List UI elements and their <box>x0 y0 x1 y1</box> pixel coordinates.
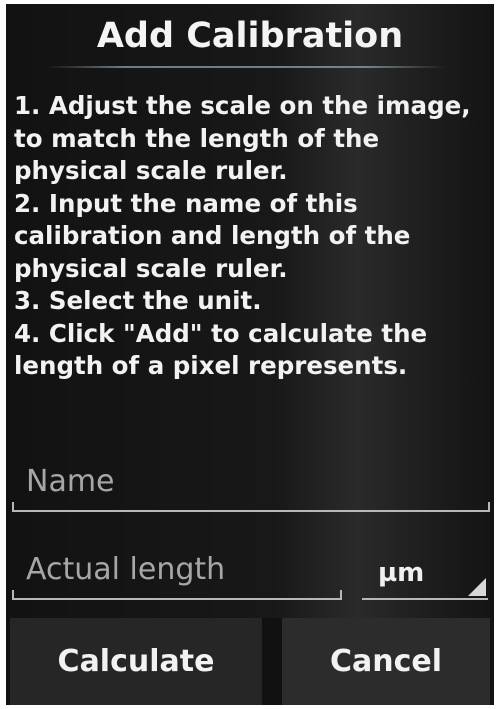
calibration-dialog: Add Calibration 1. Adjust the scale on t… <box>6 4 494 705</box>
unit-dropdown[interactable]: µm <box>362 552 488 602</box>
unit-selected-value: µm <box>378 558 425 588</box>
cancel-button[interactable]: Cancel <box>282 618 490 705</box>
name-input[interactable] <box>26 458 476 504</box>
instructions-text: 1. Adjust the scale on the image, to mat… <box>14 91 471 380</box>
unit-dropdown-underline <box>362 598 488 600</box>
actual-length-input[interactable] <box>26 546 336 592</box>
button-separator <box>262 618 282 705</box>
title-divider <box>46 66 446 68</box>
length-field-right-tick <box>340 590 342 600</box>
dropdown-corner-icon <box>468 578 486 596</box>
name-field-underline <box>12 510 490 512</box>
length-field-underline <box>12 598 342 600</box>
name-field-right-tick <box>488 502 490 512</box>
dialog-title: Add Calibration <box>96 16 404 56</box>
calculate-button[interactable]: Calculate <box>10 618 262 705</box>
